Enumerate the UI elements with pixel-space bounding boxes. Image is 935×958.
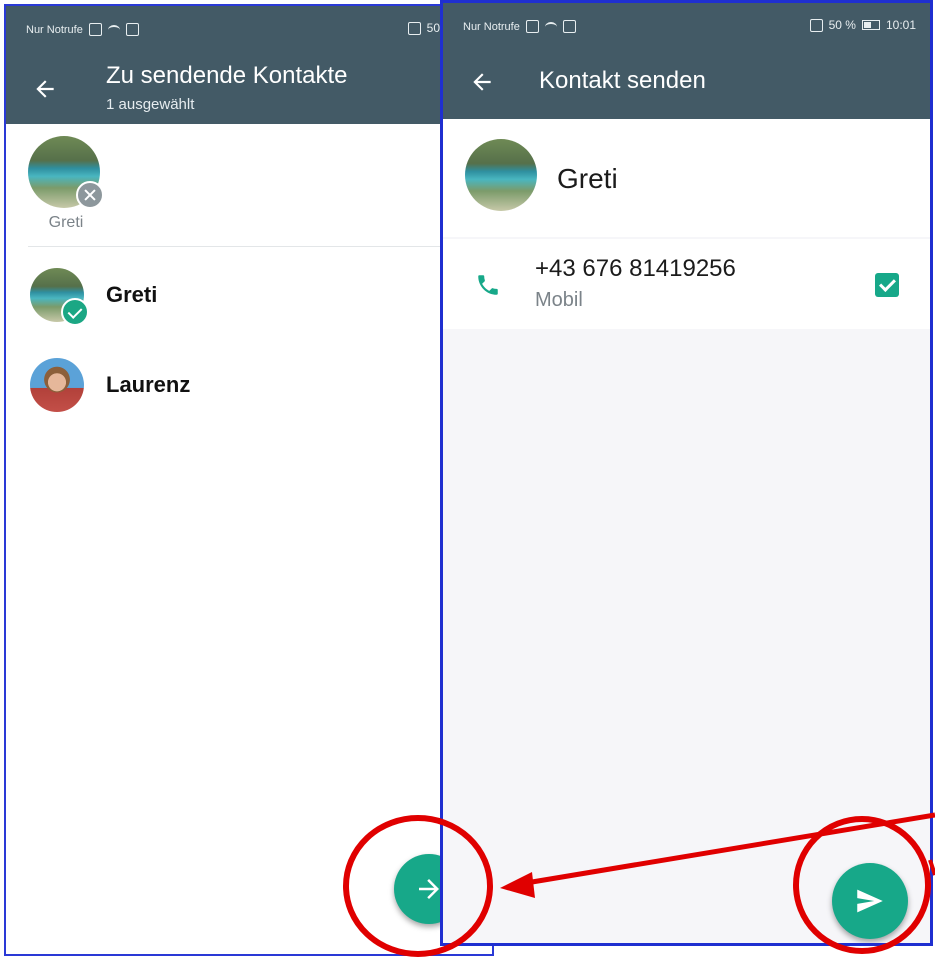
wifi-icon bbox=[107, 24, 120, 35]
phone-type: Mobil bbox=[535, 289, 583, 311]
remove-icon[interactable] bbox=[76, 181, 104, 209]
clock: 10:01 bbox=[885, 18, 916, 32]
battery-percent: 50 % bbox=[828, 18, 856, 32]
phone-checkbox[interactable] bbox=[875, 273, 899, 297]
right-screen: Nur Notrufe 50 % 10:01 Kontakt senden Gr… bbox=[440, 0, 933, 946]
divider bbox=[28, 246, 492, 247]
contact-name: Greti bbox=[557, 163, 618, 194]
page-title: Kontakt senden bbox=[539, 67, 706, 94]
cast-icon bbox=[407, 21, 421, 35]
send-button[interactable] bbox=[832, 863, 908, 939]
notification-icon bbox=[562, 20, 576, 33]
notification-icon bbox=[125, 23, 139, 36]
status-bar: Nur Notrufe 50 % 10:01 bbox=[443, 3, 930, 45]
sim-icon bbox=[88, 23, 102, 36]
selection-count: 1 ausgewählt bbox=[106, 96, 195, 113]
back-arrow-icon[interactable] bbox=[469, 69, 495, 95]
phone-number-row[interactable]: +43 676 81419256 Mobil bbox=[443, 239, 930, 329]
carrier-label: Nur Notrufe bbox=[26, 23, 83, 36]
cast-icon bbox=[809, 18, 823, 32]
battery-icon bbox=[861, 20, 880, 30]
phone-icon bbox=[478, 275, 498, 295]
back-arrow-icon[interactable] bbox=[32, 76, 58, 102]
page-title: Zu sendende Kontakte bbox=[106, 62, 348, 89]
phone-number: +43 676 81419256 bbox=[535, 255, 736, 282]
selected-contact-label: Greti bbox=[48, 214, 84, 231]
contact-header: Greti bbox=[443, 119, 930, 237]
list-item[interactable]: Laurenz bbox=[6, 348, 492, 432]
wifi-icon bbox=[544, 21, 557, 32]
checkmark-icon bbox=[61, 298, 89, 326]
contact-name: Laurenz bbox=[106, 372, 191, 397]
status-bar: Nur Notrufe 50 % bbox=[6, 6, 492, 48]
avatar bbox=[465, 139, 537, 211]
app-bar: Zu sendende Kontakte 1 ausgewählt bbox=[6, 48, 492, 124]
left-screen: Nur Notrufe 50 % Zu sendende Kontakte 1 … bbox=[4, 4, 494, 956]
carrier-label: Nur Notrufe bbox=[463, 20, 520, 33]
contact-name: Greti bbox=[106, 282, 158, 307]
app-bar: Kontakt senden bbox=[443, 45, 930, 119]
send-icon bbox=[857, 889, 883, 913]
avatar bbox=[30, 358, 84, 412]
list-item[interactable]: Greti bbox=[6, 258, 492, 342]
sim-icon bbox=[525, 20, 539, 33]
